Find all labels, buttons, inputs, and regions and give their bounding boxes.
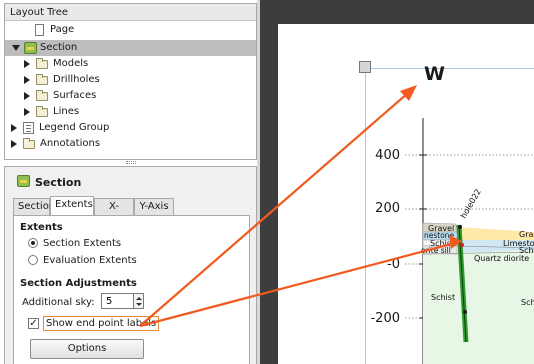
section-icon xyxy=(24,42,37,54)
panel-splitter[interactable] xyxy=(126,161,136,164)
tree-item-label: Legend Group xyxy=(39,122,110,133)
tree-item-annotations[interactable]: Annotations xyxy=(5,136,256,152)
expand-arrow-icon[interactable] xyxy=(24,92,30,100)
radio-button[interactable] xyxy=(28,255,38,265)
tree-item-label: Drillholes xyxy=(53,74,100,85)
show-end-point-labels-checkbox[interactable]: ✓ xyxy=(28,318,39,329)
tree-item-drillholes[interactable]: Drillholes xyxy=(5,72,256,88)
tree-item-label: Surfaces xyxy=(53,90,97,101)
additional-sky-label: Additional sky: xyxy=(22,297,95,308)
tree-item-label: Section xyxy=(40,42,78,53)
tab-section[interactable]: Section xyxy=(13,198,55,216)
y-tick-label: -0 xyxy=(387,257,400,272)
section-adjustments-label: Section Adjustments xyxy=(20,278,137,289)
tab-x-axis[interactable]: X-Axis xyxy=(94,198,134,228)
stepper-down-icon[interactable] xyxy=(136,303,142,306)
options-button[interactable]: Options xyxy=(30,339,144,359)
additional-sky-input[interactable] xyxy=(101,293,134,309)
section-icon xyxy=(17,175,30,187)
folder-icon xyxy=(23,138,35,149)
tab-label: Extents xyxy=(55,199,93,210)
show-end-point-labels-label: Show end point labels xyxy=(43,316,160,331)
tree-item-lines[interactable]: Lines xyxy=(5,104,256,120)
tab-y-axis[interactable]: Y-Axis xyxy=(134,198,174,216)
legend-icon xyxy=(23,122,34,134)
y-tick-label: -200 xyxy=(370,311,400,326)
layout-tree-header: Layout Tree xyxy=(5,4,256,21)
radio-label: Section Extents xyxy=(43,238,122,249)
tree-item-surfaces[interactable]: Surfaces xyxy=(5,88,256,104)
tab-label: Y-Axis xyxy=(139,201,169,212)
collapse-arrow-icon[interactable] xyxy=(12,45,20,51)
folder-icon xyxy=(36,74,48,85)
y-tick-label: 200 xyxy=(375,201,400,216)
direction-label: W xyxy=(424,63,445,85)
frame-resize-handle[interactable] xyxy=(359,61,371,73)
properties-panel: Section Section Extents X-Axis Y-Axis Ex… xyxy=(4,166,257,364)
tab-extents[interactable]: Extents xyxy=(50,196,94,216)
tree-item-legend-group[interactable]: Legend Group xyxy=(5,120,256,136)
tree-item-page[interactable]: Page xyxy=(5,22,256,38)
y-tick-label: 400 xyxy=(375,148,400,163)
tree-item-label: Models xyxy=(53,58,89,69)
radio-button[interactable] xyxy=(28,238,38,248)
expand-arrow-icon[interactable] xyxy=(24,60,30,68)
page-icon xyxy=(35,24,44,36)
expand-arrow-icon[interactable] xyxy=(24,108,30,116)
expand-arrow-icon[interactable] xyxy=(24,76,30,84)
layout-tree-panel: Layout Tree Page Section Models Drillhol… xyxy=(4,3,257,160)
additional-sky-stepper[interactable] xyxy=(134,293,144,309)
folder-icon xyxy=(36,90,48,101)
extents-group-label: Extents xyxy=(20,222,63,233)
tree-item-label: Annotations xyxy=(40,138,101,149)
tree-item-section[interactable]: Section xyxy=(5,40,256,56)
radio-label: Evaluation Extents xyxy=(43,255,137,266)
tree-item-label: Page xyxy=(50,24,75,35)
folder-icon xyxy=(36,106,48,117)
tree-item-models[interactable]: Models xyxy=(5,56,256,72)
properties-title: Section xyxy=(35,176,82,189)
folder-icon xyxy=(36,58,48,69)
stepper-up-icon[interactable] xyxy=(136,297,142,300)
tree-item-label: Lines xyxy=(53,106,80,117)
expand-arrow-icon[interactable] xyxy=(11,140,17,148)
expand-arrow-icon[interactable] xyxy=(11,124,17,132)
